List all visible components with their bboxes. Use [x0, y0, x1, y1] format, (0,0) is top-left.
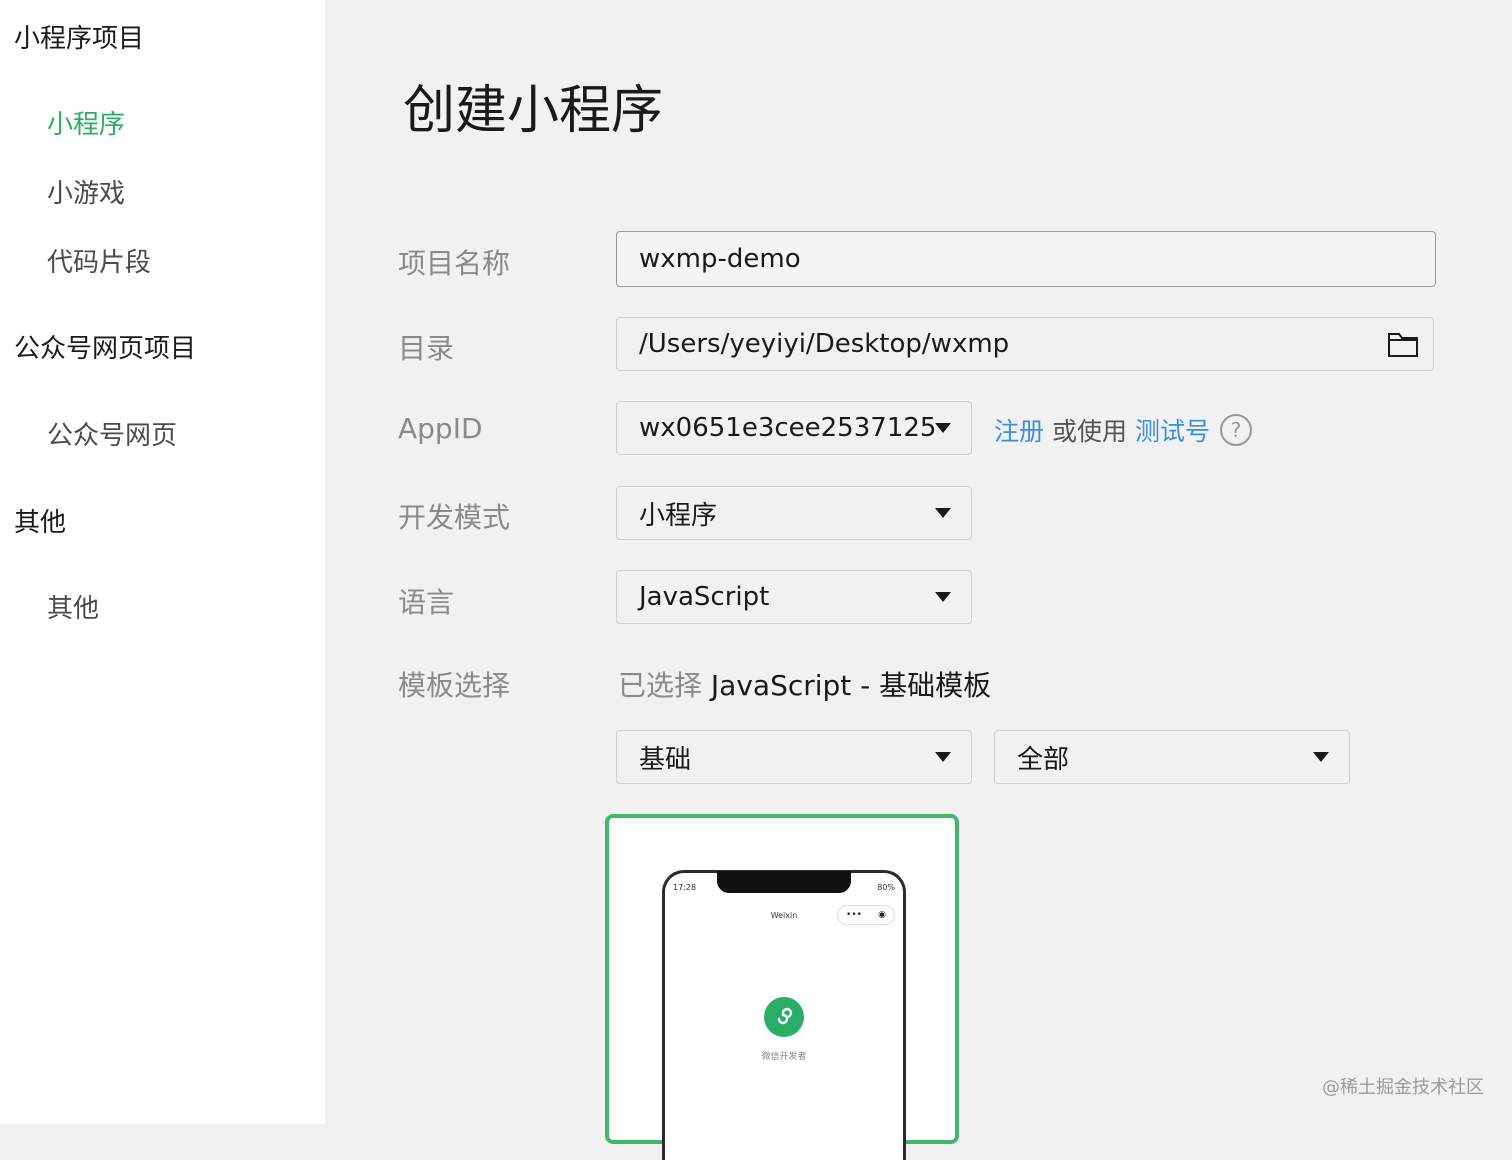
sidebar-item-other[interactable]: 其他 — [47, 588, 99, 625]
template-category-value: 基础 — [639, 744, 692, 775]
create-form: 创建小程序 项目名称 目录 /Users/yeyiyi/Desktop/wxmp… — [325, 0, 1512, 1160]
phone-capsule: ••• ◉ — [837, 905, 895, 925]
template-scope-value: 全部 — [1017, 744, 1070, 775]
sidebar-item-official-webpage[interactable]: 公众号网页 — [47, 415, 177, 452]
phone-notch — [717, 871, 851, 893]
phone-preview: 17:28 80% Weixin ••• ◉ 微信开发者 — [662, 870, 906, 1160]
chevron-down-icon — [935, 592, 951, 602]
project-name-label: 项目名称 — [398, 247, 511, 280]
template-category-select[interactable]: 基础 — [616, 730, 972, 784]
phone-battery: 80% — [877, 883, 895, 892]
project-name-field[interactable] — [616, 231, 1436, 287]
sidebar-item-minigame[interactable]: 小游戏 — [47, 173, 125, 210]
sidebar: 小程序项目 小程序 小游戏 代码片段 公众号网页项目 公众号网页 其他 其他 — [0, 0, 325, 1124]
chevron-down-icon — [935, 508, 951, 518]
template-selected-text: 已选择 JavaScript - 基础模板 — [618, 664, 991, 704]
directory-field[interactable]: /Users/yeyiyi/Desktop/wxmp — [616, 317, 1434, 371]
more-dots-icon: ••• — [846, 910, 862, 920]
help-icon[interactable]: ? — [1220, 414, 1253, 446]
appid-select[interactable]: wx0651e3cee2537125 — [616, 401, 972, 455]
chevron-down-icon — [1313, 752, 1329, 762]
sidebar-item-code-snippet[interactable]: 代码片段 — [47, 242, 151, 279]
page-title: 创建小程序 — [403, 81, 664, 141]
dev-mode-label: 开发模式 — [398, 501, 511, 534]
appid-label: AppID — [398, 412, 483, 445]
chevron-down-icon — [935, 752, 951, 762]
directory-value: /Users/yeyiyi/Desktop/wxmp — [639, 329, 1010, 359]
language-value: JavaScript — [639, 582, 770, 612]
test-account-link[interactable]: 测试号 — [1135, 412, 1210, 448]
language-label: 语言 — [398, 586, 455, 619]
watermark: @稀土掘金技术社区 — [1322, 1077, 1484, 1098]
chevron-down-icon — [935, 423, 951, 433]
sidebar-group-other: 其他 — [14, 508, 67, 538]
project-name-input[interactable] — [639, 244, 1435, 274]
dev-mode-select[interactable]: 小程序 — [616, 486, 972, 540]
phone-caption: 微信开发者 — [761, 1052, 807, 1062]
target-icon: ◉ — [878, 910, 886, 920]
miniprogram-logo-icon — [764, 997, 804, 1037]
sidebar-group-miniprogram: 小程序项目 — [14, 24, 145, 54]
template-label: 模板选择 — [398, 669, 511, 702]
template-selected-value: JavaScript - 基础模板 — [710, 669, 992, 702]
template-scope-select[interactable]: 全部 — [994, 730, 1350, 784]
appid-links: 注册 或使用 测试号 ? — [994, 412, 1253, 448]
sidebar-item-miniprogram[interactable]: 小程序 — [47, 104, 125, 141]
language-select[interactable]: JavaScript — [616, 570, 972, 624]
directory-label: 目录 — [398, 332, 455, 365]
dev-mode-value: 小程序 — [639, 500, 718, 531]
appid-value: wx0651e3cee2537125 — [639, 413, 937, 443]
phone-time: 17:28 — [673, 883, 697, 892]
folder-icon[interactable] — [1387, 330, 1419, 358]
template-selected-prefix: 已选择 — [618, 669, 703, 702]
register-link[interactable]: 注册 — [994, 412, 1044, 448]
or-use-text: 或使用 — [1052, 417, 1128, 446]
sidebar-group-official-account: 公众号网页项目 — [14, 334, 197, 364]
template-card[interactable]: 17:28 80% Weixin ••• ◉ 微信开发者 — [605, 814, 959, 1160]
